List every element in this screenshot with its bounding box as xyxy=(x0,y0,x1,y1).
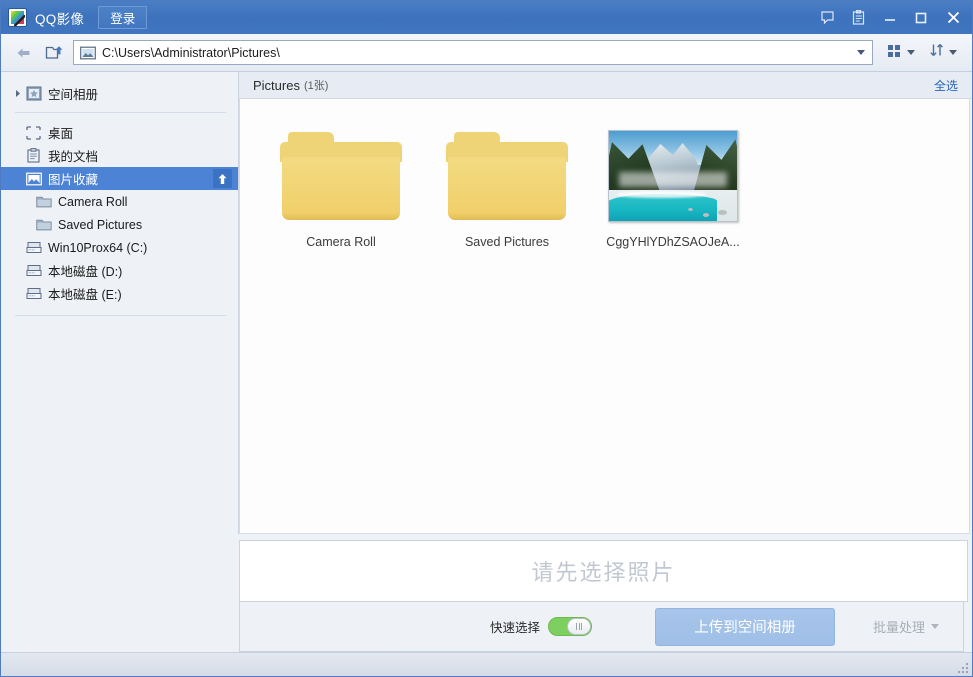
upload-arrow-icon[interactable] xyxy=(213,169,232,188)
maximize-icon[interactable] xyxy=(905,1,936,34)
resize-grip[interactable] xyxy=(956,661,968,673)
login-button[interactable]: 登录 xyxy=(98,6,148,29)
grid-item[interactable]: CggYHlYDhZSAOJeA... xyxy=(590,121,756,273)
sidebar-item-label: 本地磁盘 (D:) xyxy=(48,265,123,279)
sidebar-item-label: 桌面 xyxy=(48,127,74,141)
app-window: QQ影像 登录 C:\Users\Administrator\Pictures\… xyxy=(0,0,973,677)
sidebar-item-drive-e[interactable]: 本地磁盘 (E:) xyxy=(1,282,238,305)
feedback-icon[interactable] xyxy=(812,1,843,34)
drive-icon xyxy=(25,240,42,255)
sidebar-item-label: 我的文档 xyxy=(48,150,99,164)
title-bar: QQ影像 登录 xyxy=(1,1,972,34)
chevron-right-icon[interactable] xyxy=(11,89,25,98)
back-arrow-icon[interactable] xyxy=(9,39,39,67)
app-title: QQ影像 xyxy=(35,11,85,27)
sidebar-item-cloud-album[interactable]: 空间相册 xyxy=(1,80,238,106)
photo-thumbnail xyxy=(608,130,738,222)
page-title: Pictures xyxy=(253,77,300,93)
sidebar-item-camera-roll[interactable]: Camera Roll xyxy=(1,190,238,213)
open-folder-up-icon[interactable] xyxy=(39,39,69,67)
chevron-down-icon[interactable] xyxy=(850,41,872,64)
documents-icon xyxy=(25,148,42,163)
clipboard-icon[interactable] xyxy=(843,1,874,34)
grid-view-icon xyxy=(886,43,903,63)
view-mode-button[interactable] xyxy=(879,39,922,67)
sidebar-divider xyxy=(15,315,226,316)
sort-button[interactable] xyxy=(922,39,964,67)
status-bar xyxy=(1,652,972,676)
address-bar[interactable]: C:\Users\Administrator\Pictures\ xyxy=(73,40,873,65)
drive-icon xyxy=(25,286,42,301)
quick-select-label: 快速选择 xyxy=(490,621,541,635)
content-header: Pictures (1张) 全选 xyxy=(239,72,972,99)
sidebar-item-label: 空间相册 xyxy=(48,87,99,102)
pictures-icon xyxy=(25,171,42,186)
sidebar-item-my-documents[interactable]: 我的文档 xyxy=(1,144,238,167)
bottom-panel: 请先选择照片 快速选择 上传到空间相册 批量处理 xyxy=(1,534,972,652)
sidebar: 空间相册 桌面 我的文档 图片收藏 Camera Roll Saved Pict… xyxy=(1,72,239,534)
select-all-link[interactable]: 全选 xyxy=(934,77,958,94)
thumbnail xyxy=(603,121,743,231)
sidebar-item-label: Camera Roll xyxy=(58,194,128,209)
main-body: 空间相册 桌面 我的文档 图片收藏 Camera Roll Saved Pict… xyxy=(1,72,972,534)
folder-icon xyxy=(35,217,52,232)
sidebar-item-drive-d[interactable]: 本地磁盘 (D:) xyxy=(1,259,238,282)
content-panel: Pictures (1张) 全选 Camera Roll Saved Pictu… xyxy=(239,72,972,534)
grid-item-label: Saved Pictures xyxy=(464,235,550,249)
thumbnail xyxy=(271,121,411,231)
grid-item-label: Camera Roll xyxy=(306,235,376,249)
chevron-down-icon xyxy=(931,624,940,629)
drive-icon xyxy=(25,263,42,278)
sidebar-item-drive-c[interactable]: Win10Prox64 (C:) xyxy=(1,236,238,259)
batch-process-label: 批量处理 xyxy=(873,620,926,635)
dropzone-hint: 请先选择照片 xyxy=(531,560,676,585)
item-count: (1张) xyxy=(303,80,329,92)
sidebar-item-label: Saved Pictures xyxy=(58,217,143,232)
chevron-down-icon xyxy=(907,50,915,55)
sidebar-item-label: 本地磁盘 (E:) xyxy=(48,288,122,302)
chevron-down-icon xyxy=(949,50,957,55)
close-icon[interactable] xyxy=(936,1,970,34)
folder-icon xyxy=(35,194,52,209)
grid-item[interactable]: Saved Pictures xyxy=(424,121,590,273)
address-input[interactable]: C:\Users\Administrator\Pictures\ xyxy=(102,46,850,60)
toggle-knob xyxy=(567,618,592,635)
minimize-icon[interactable] xyxy=(874,1,905,34)
batch-process-button[interactable]: 批量处理 xyxy=(873,617,940,636)
sidebar-item-label: 图片收藏 xyxy=(48,173,99,187)
desktop-icon xyxy=(25,125,42,140)
sidebar-list: 桌面 我的文档 图片收藏 Camera Roll Saved Pictures … xyxy=(1,119,238,305)
folder-icon xyxy=(446,132,568,220)
action-bar: 快速选择 上传到空间相册 批量处理 xyxy=(239,602,964,652)
grid-item-label: CggYHlYDhZSAOJeA... xyxy=(606,235,740,249)
thumbnail xyxy=(437,121,577,231)
sort-icon xyxy=(929,43,945,63)
star-album-icon xyxy=(25,86,42,101)
upload-button[interactable]: 上传到空间相册 xyxy=(655,607,836,646)
sidebar-item-label: Win10Prox64 (C:) xyxy=(48,240,148,255)
sidebar-item-saved-pictures[interactable]: Saved Pictures xyxy=(1,213,238,236)
window-controls xyxy=(812,1,972,34)
quick-select-toggle[interactable] xyxy=(548,617,593,636)
sidebar-divider xyxy=(15,112,226,113)
folder-icon xyxy=(280,132,402,220)
photo-dropzone[interactable]: 请先选择照片 xyxy=(239,540,968,602)
app-logo-icon xyxy=(8,8,27,27)
sidebar-item-desktop[interactable]: 桌面 xyxy=(1,121,238,144)
sidebar-item-pictures[interactable]: 图片收藏 xyxy=(1,167,238,190)
grid-item[interactable]: Camera Roll xyxy=(258,121,424,273)
pictures-icon xyxy=(80,46,96,60)
navigation-bar: C:\Users\Administrator\Pictures\ xyxy=(1,34,972,72)
thumbnail-grid: Camera Roll Saved Pictures CggYHlYDhZSAO… xyxy=(239,99,970,534)
